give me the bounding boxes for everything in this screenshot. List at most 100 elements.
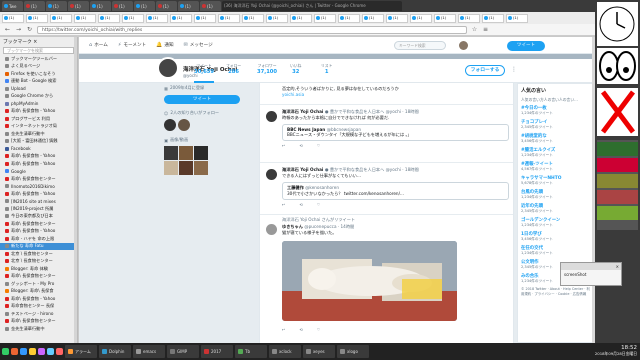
trend-item[interactable]: 1日の学び 3,456件のツイート	[521, 231, 591, 242]
browser-tab[interactable]: (1)	[266, 13, 288, 23]
retweet-icon[interactable]: ⟲	[299, 202, 302, 207]
follow-button[interactable]: フォローする	[465, 65, 505, 76]
taskbar-item[interactable]: xeyes	[303, 345, 335, 358]
close-icon[interactable]: ×	[616, 264, 619, 269]
bookmark-item[interactable]: IInomoto2016Dikimo	[0, 183, 77, 191]
reload-icon[interactable]: ↻	[26, 26, 33, 33]
bookmark-item[interactable]: 寿命\ 長保食物 - Yahoo	[0, 190, 77, 198]
trend-item[interactable]: 近年の先頭 2,345件のツイート	[521, 203, 591, 214]
bookmark-item[interactable]: 北京 \ 長食物センター	[0, 258, 77, 266]
stat-3[interactable]: いいね 32	[290, 63, 301, 75]
reply-icon[interactable]: ↩	[282, 327, 285, 332]
bookmark-item[interactable]: ブックマークツールバー	[0, 55, 77, 63]
star-icon[interactable]: ☆	[471, 26, 478, 33]
tweet[interactable]: 海洋洋石 Yoji Ochai ● 豊かで平和な食品を人日本へ @yochi ·…	[260, 105, 513, 163]
stat-2[interactable]: フォロワー 37,100	[257, 63, 277, 75]
photos-header[interactable]: 画像/動画	[170, 137, 188, 143]
bookmark-item[interactable]: Blogger: 寿命 体験	[0, 265, 77, 273]
browser-tab[interactable]: Twe	[2, 1, 23, 11]
trend-item[interactable]: 在任の交代 1,234件のツイート	[521, 245, 591, 256]
like-icon[interactable]: ♡	[317, 143, 321, 148]
bookmark-item[interactable]: 寿命食物センター 長保	[0, 303, 77, 311]
launcher-icon[interactable]	[56, 348, 63, 355]
bookmark-item[interactable]: プログサービス 利用	[0, 115, 77, 123]
bookmark-search-input[interactable]: ブックマークを検索	[3, 47, 74, 54]
photo-thumbnail[interactable]	[194, 161, 208, 175]
taskbar-item[interactable]: アラーム	[65, 345, 97, 358]
photo-thumbnail[interactable]	[179, 146, 193, 160]
nav-messages[interactable]: ✉ メッセージ	[184, 42, 213, 48]
bookmark-item[interactable]: [IN2019-project 所属	[0, 205, 77, 213]
browser-tab[interactable]: (1)	[24, 1, 45, 11]
user-avatar[interactable]	[459, 41, 468, 50]
photo-thumbnail[interactable]	[164, 146, 178, 160]
bookmark-item[interactable]: グッシポート - My Pro	[0, 280, 77, 288]
browser-tab[interactable]: (1)	[2, 13, 24, 23]
tweet-to-button[interactable]: ツイート	[164, 95, 240, 104]
browser-tab[interactable]: (1)	[50, 13, 72, 23]
trend-item[interactable]: #今日の一枚 1,234件のツイート	[521, 105, 591, 116]
bookmark-item[interactable]: 連動 Bot - Google 検索	[0, 78, 77, 86]
bookmark-item[interactable]: 寿命\ 長保食物センター	[0, 220, 77, 228]
more-options-icon[interactable]: ⋮	[511, 66, 517, 73]
browser-tab[interactable]: (1)	[170, 13, 192, 23]
bookmark-item[interactable]: 新たな 寿命 Fatu	[0, 242, 77, 250]
bookmark-item[interactable]: 寿命\ 長保食物センター	[0, 273, 77, 281]
browser-tab[interactable]: (1)	[314, 13, 336, 23]
thumbnail[interactable]	[597, 206, 638, 220]
photo-thumbnail[interactable]	[164, 161, 178, 175]
address-bar[interactable]: https://twitter.com/yoichi_ochiai/with_r…	[37, 25, 467, 34]
bookmark-item[interactable]: 金先生清華行動中	[0, 130, 77, 138]
retweet-icon[interactable]: ⟲	[299, 327, 302, 332]
browser-tab[interactable]: (1)	[46, 1, 67, 11]
browser-tab[interactable]: (1)	[362, 13, 384, 23]
sidebar-scrollbar[interactable]	[74, 37, 77, 343]
taskbar-item[interactable]: Tb	[235, 345, 267, 358]
bookmark-item[interactable]: [IN2016 site at mixes	[0, 198, 77, 206]
reply-icon[interactable]: ↩	[282, 202, 285, 207]
menu-icon[interactable]: ≡	[482, 26, 489, 33]
taskbar-item[interactable]: GIMP	[167, 345, 199, 358]
nav-notifications[interactable]: 🔔 通知	[156, 42, 173, 48]
bookmark-item[interactable]: 北京 \ 長食物センター	[0, 250, 77, 258]
bookmark-item[interactable]: 金先生清華行動中	[0, 325, 77, 333]
taskbar-item[interactable]: xclock	[269, 345, 301, 358]
browser-tab[interactable]: (1)	[506, 13, 528, 23]
browser-tab[interactable]: (1)	[122, 13, 144, 23]
bookmark-item[interactable]: テストページ - hirono	[0, 310, 77, 318]
tweet[interactable]: 海洋洋石 Yoji Ochai ● 豊かで平和な食品を人日本へ @yochi ·…	[260, 163, 513, 215]
browser-tab[interactable]: (1)	[112, 1, 133, 11]
bookmark-item[interactable]: 寿命\ 長保食物 - Yahoo	[0, 160, 77, 168]
browser-tab[interactable]: (1)	[178, 1, 199, 11]
browser-tab[interactable]: (1)	[134, 1, 155, 11]
follower-avatar[interactable]	[164, 119, 176, 131]
bookmark-item[interactable]: 寿命\ 長保食物 - Yahoo	[0, 153, 77, 161]
stat-4[interactable]: リスト 1	[321, 63, 332, 75]
nav-moments[interactable]: ⚡ モーメント	[118, 42, 146, 48]
launcher-icon[interactable]	[11, 348, 18, 355]
browser-tab[interactable]: (1)	[74, 13, 96, 23]
browser-tab[interactable]: (1)	[410, 13, 432, 23]
twitter-search-input[interactable]: キーワード検索	[394, 41, 446, 50]
tweet-link[interactable]: yoichi.asia	[282, 92, 509, 98]
tweet[interactable]: 海洋洋石 Yoji Ochai さんがリツイート ゆきちゃん @pucenepu…	[260, 215, 513, 343]
footer-links[interactable]: © 2018 Twitter · About · Help Center · 利…	[521, 287, 591, 297]
thumbnail[interactable]	[597, 158, 638, 172]
bookmark-item[interactable]: [大阪・富田林通信] 鋳銭	[0, 138, 77, 146]
browser-tab[interactable]: (1)	[434, 13, 456, 23]
browser-tab[interactable]: (1)	[146, 13, 168, 23]
compose-tweet-button[interactable]: ツイート	[507, 41, 545, 51]
browser-tab[interactable]: (1)	[482, 13, 504, 23]
browser-tab[interactable]: (1)	[90, 1, 111, 11]
bookmark-item[interactable]: 今日の東京都及び日本	[0, 213, 77, 221]
bookmark-item[interactable]: 寿命\ 長保食物 - Yahoo	[0, 108, 77, 116]
bookmark-item[interactable]: Google	[0, 168, 77, 176]
bookmark-item[interactable]: phpMyAdmin	[0, 100, 77, 108]
browser-tab[interactable]: (1)	[98, 13, 120, 23]
bookmark-item[interactable]: 寿命\ 長保食物 - Yahoo	[0, 295, 77, 303]
quoted-tweet[interactable]: BBC News Japan @bbcnewsjapan BBCニュース・ダウン…	[282, 124, 509, 141]
tweet-avatar[interactable]	[266, 111, 277, 122]
bookmark-item[interactable]: インターネットラジオ局	[0, 123, 77, 131]
screenshot-window[interactable]: × screenShot	[560, 262, 622, 286]
trend-item[interactable]: 台風の先頭 1,234件のツイート	[521, 189, 591, 200]
